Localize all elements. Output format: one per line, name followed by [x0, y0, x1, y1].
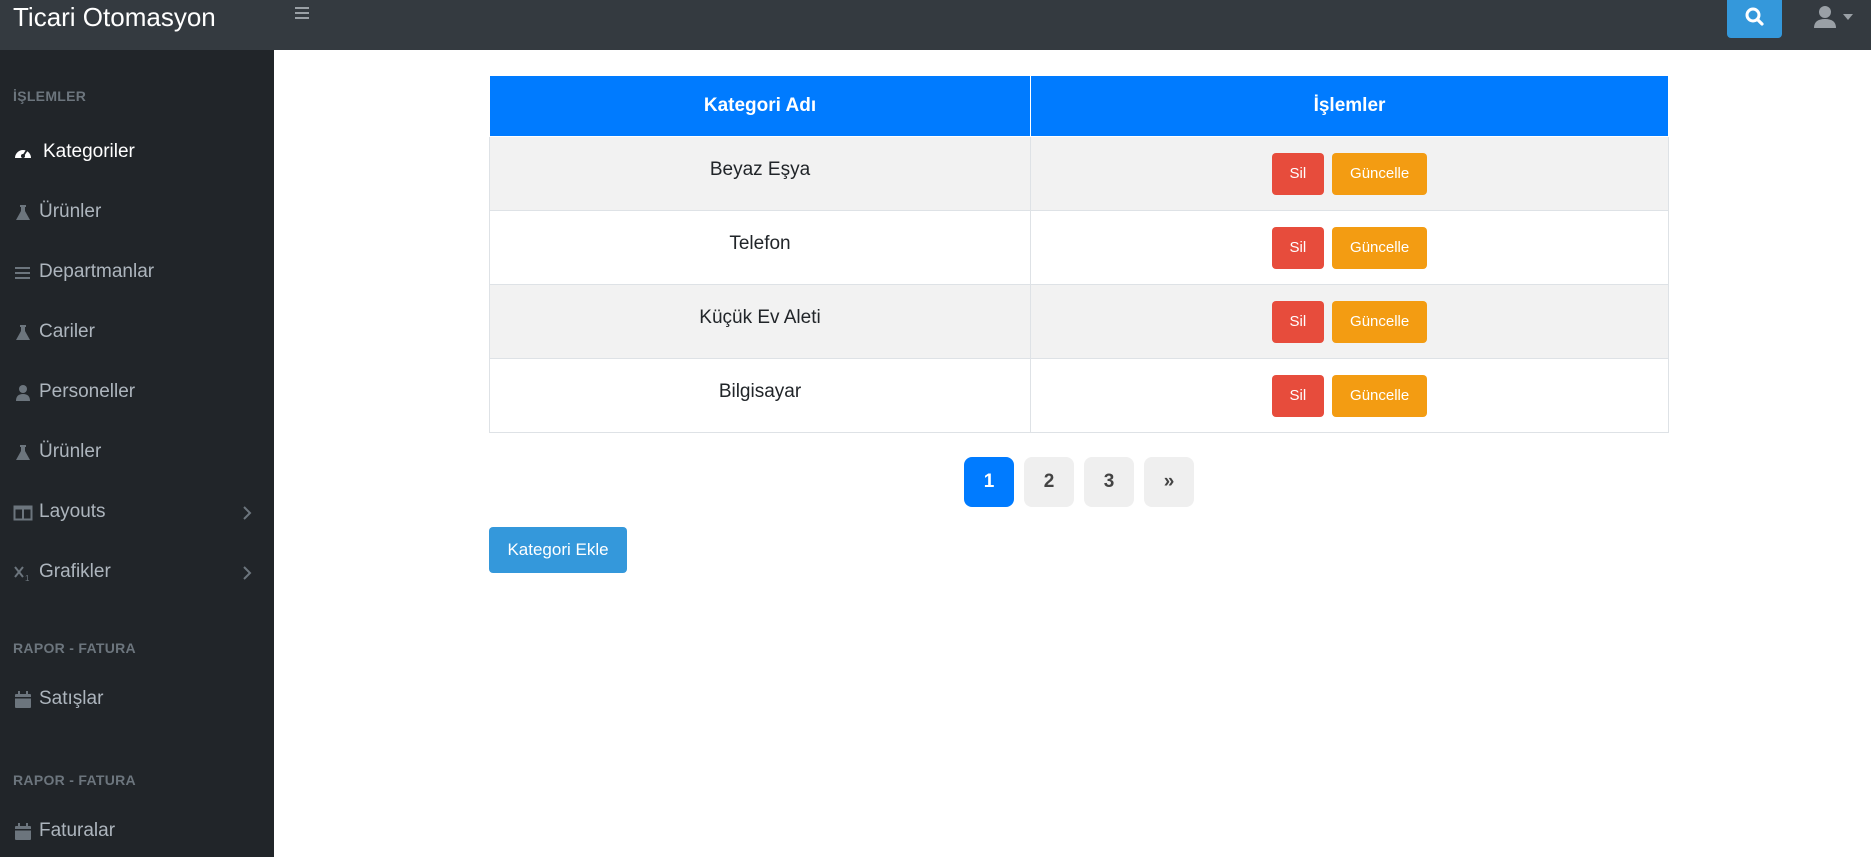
- next-page-link[interactable]: »: [1144, 457, 1194, 507]
- sidebar-item-urunler[interactable]: Ürünler: [0, 191, 274, 235]
- category-name-cell: Telefon: [489, 210, 1031, 285]
- dashboard-icon: [15, 149, 31, 158]
- table-row: Telefon Sil Güncelle: [489, 210, 1669, 285]
- chevron-right-icon: [243, 506, 252, 520]
- svg-text:1: 1: [25, 574, 30, 583]
- table-row: Bilgisayar Sil Güncelle: [489, 358, 1669, 433]
- sidebar: İŞLEMLER Kategoriler Ürünler Departmanla…: [0, 50, 274, 857]
- sidebar-item-label: Grafikler: [39, 561, 111, 582]
- actions-cell: Sil Güncelle: [1030, 136, 1669, 211]
- sidebar-item-satislar[interactable]: Satışlar: [0, 678, 274, 722]
- sidebar-item-kategoriler[interactable]: Kategoriler: [0, 131, 274, 175]
- sidebar-item-label: Departmanlar: [39, 261, 155, 282]
- calendar-icon: [15, 823, 31, 840]
- sidebar-item-urunler-2[interactable]: Ürünler: [0, 431, 274, 475]
- user-menu-button[interactable]: [1812, 2, 1856, 34]
- update-button[interactable]: Güncelle: [1332, 152, 1428, 195]
- flask-icon: [16, 325, 30, 340]
- hamburger-icon[interactable]: [290, 4, 314, 28]
- page-2-link[interactable]: 2: [1024, 457, 1074, 507]
- calendar-icon: [15, 691, 31, 708]
- column-header-kategori-adi: Kategori Adı: [489, 75, 1031, 137]
- actions-cell: Sil Güncelle: [1030, 284, 1669, 359]
- sidebar-item-label: Cariler: [39, 321, 95, 342]
- page-3-link[interactable]: 3: [1084, 457, 1134, 507]
- table-row: Beyaz Eşya Sil Güncelle: [489, 136, 1669, 211]
- update-button[interactable]: Güncelle: [1332, 374, 1428, 417]
- sidebar-item-label: Faturalar: [39, 820, 116, 841]
- update-button[interactable]: Güncelle: [1332, 300, 1428, 343]
- table-row: Küçük Ev Aleti Sil Güncelle: [489, 284, 1669, 359]
- sidebar-item-grafikler[interactable]: 1 Grafikler: [0, 551, 274, 595]
- sidebar-item-label: Kategoriler: [43, 141, 135, 162]
- user-icon: [16, 385, 30, 401]
- sidebar-item-faturalar[interactable]: Faturalar: [0, 810, 274, 854]
- top-navbar: Ticari Otomasyon: [0, 0, 1871, 50]
- delete-button[interactable]: Sil: [1271, 374, 1324, 417]
- delete-button[interactable]: Sil: [1271, 226, 1324, 269]
- list-icon: [15, 267, 30, 279]
- search-button[interactable]: [1727, 0, 1782, 38]
- page-1-link[interactable]: 1: [964, 457, 1014, 507]
- sidebar-heading-rapor-fatura-2: RAPOR - FATURA: [13, 772, 136, 788]
- sidebar-item-label: Layouts: [39, 501, 106, 522]
- flask-icon: [16, 445, 30, 460]
- sidebar-item-label: Satışlar: [39, 688, 104, 709]
- category-name-cell: Beyaz Eşya: [489, 136, 1031, 211]
- sidebar-heading-rapor-fatura: RAPOR - FATURA: [13, 640, 136, 656]
- user-icon: [1814, 6, 1853, 28]
- sidebar-heading-islemler: İŞLEMLER: [13, 88, 87, 104]
- sidebar-item-label: Personeller: [39, 381, 136, 402]
- column-header-islemler: İşlemler: [1030, 75, 1669, 137]
- caret-down-icon: [1843, 14, 1853, 20]
- chevron-right-icon: [243, 566, 252, 580]
- category-name-cell: Bilgisayar: [489, 358, 1031, 433]
- subscript-icon: 1: [14, 566, 30, 583]
- search-icon: [1745, 7, 1764, 26]
- category-name-cell: Küçük Ev Aleti: [489, 284, 1031, 359]
- actions-cell: Sil Güncelle: [1030, 358, 1669, 433]
- app-brand[interactable]: Ticari Otomasyon: [13, 0, 216, 34]
- delete-button[interactable]: Sil: [1271, 300, 1324, 343]
- sidebar-item-departmanlar[interactable]: Departmanlar: [0, 251, 274, 295]
- actions-cell: Sil Güncelle: [1030, 210, 1669, 285]
- flask-icon: [16, 205, 30, 220]
- sidebar-item-layouts[interactable]: Layouts: [0, 491, 274, 535]
- update-button[interactable]: Güncelle: [1332, 226, 1428, 269]
- table-header-row: Kategori Adı İşlemler: [489, 75, 1669, 137]
- sidebar-item-label: Ürünler: [39, 201, 102, 222]
- categories-table: Kategori Adı İşlemler Beyaz Eşya Sil Gün…: [489, 75, 1669, 433]
- columns-icon: [13, 505, 33, 521]
- sidebar-item-cariler[interactable]: Cariler: [0, 311, 274, 355]
- sidebar-item-personeller[interactable]: Personeller: [0, 371, 274, 415]
- delete-button[interactable]: Sil: [1271, 152, 1324, 195]
- sidebar-item-label: Ürünler: [39, 441, 102, 462]
- add-category-button[interactable]: Kategori Ekle: [489, 527, 627, 573]
